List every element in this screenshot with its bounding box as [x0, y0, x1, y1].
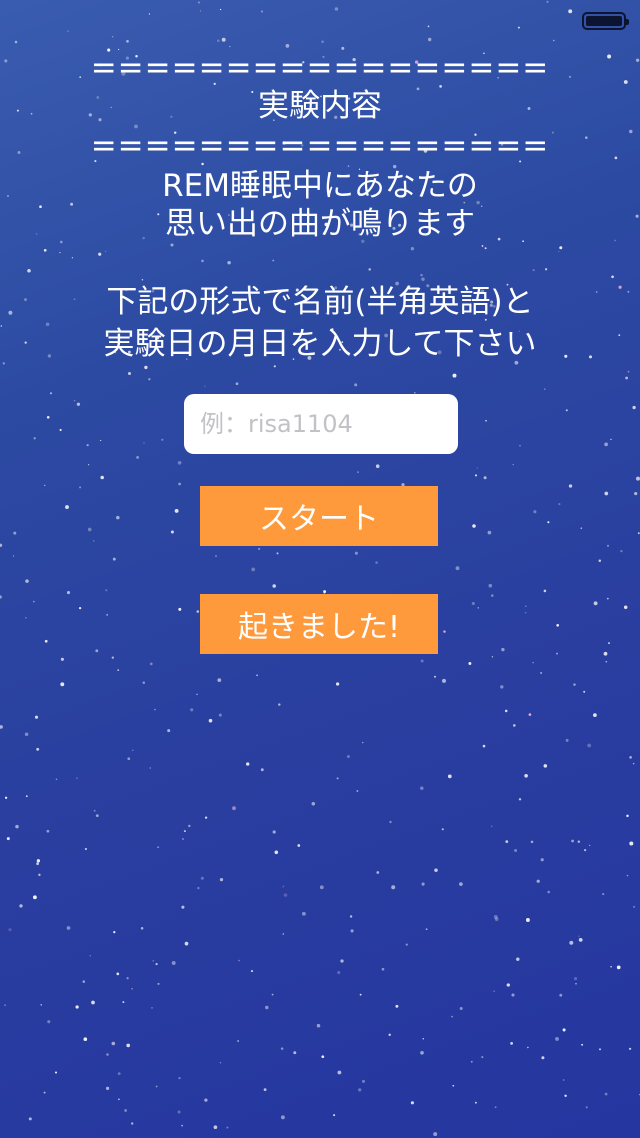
page-title: 実験内容: [258, 88, 382, 124]
name-input[interactable]: [198, 409, 458, 439]
start-button[interactable]: スタート: [200, 486, 438, 546]
instruction-line-2: 実験日の月日を入力して下さい: [103, 326, 537, 362]
name-input-container[interactable]: [184, 394, 458, 454]
divider-top: =================: [90, 50, 550, 86]
description-line-1: REM睡眠中にあなたの: [162, 168, 478, 204]
instruction-line-1: 下記の形式で名前(半角英語)と: [106, 284, 534, 320]
divider-bottom: =================: [90, 128, 550, 164]
battery-icon: [582, 12, 629, 30]
description-line-2: 思い出の曲が鳴ります: [165, 206, 475, 242]
woke-up-button[interactable]: 起きました!: [200, 594, 438, 654]
